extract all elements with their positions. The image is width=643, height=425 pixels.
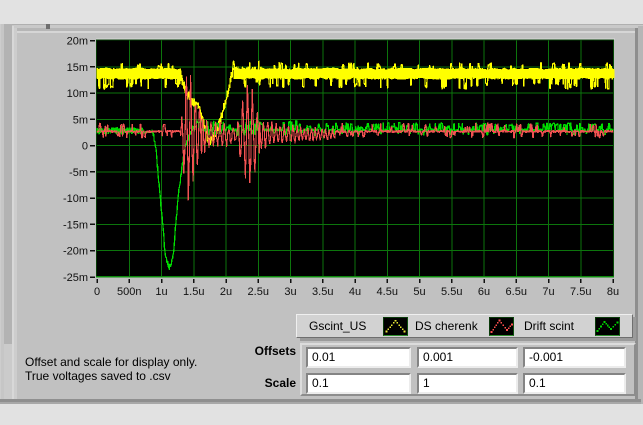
svg-text:-20m: -20m [63,246,88,258]
svg-text:3u: 3u [284,286,296,298]
svg-text:2.5u: 2.5u [248,286,269,298]
svg-text:20m: 20m [67,36,88,48]
svg-text:-5m: -5m [69,167,88,179]
svg-text:8u: 8u [607,286,619,298]
svg-text:-25m: -25m [63,272,88,284]
svg-text:10m: 10m [67,88,88,100]
svg-text:7u: 7u [542,286,554,298]
svg-text:6.5u: 6.5u [506,286,527,298]
svg-text:0: 0 [82,141,88,153]
svg-text:1u: 1u [155,286,167,298]
svg-text:1.5u: 1.5u [183,286,204,298]
svg-text:15m: 15m [67,62,88,74]
svg-text:0: 0 [94,286,100,298]
svg-text:6u: 6u [478,286,490,298]
svg-text:5.5u: 5.5u [441,286,462,298]
svg-text:500n: 500n [117,286,141,298]
svg-text:3.5u: 3.5u [312,286,333,298]
svg-text:-10m: -10m [63,193,88,205]
svg-text:2u: 2u [220,286,232,298]
svg-text:5m: 5m [73,114,88,126]
svg-text:4.5u: 4.5u [377,286,398,298]
svg-text:5u: 5u [413,286,425,298]
svg-text:7.5u: 7.5u [570,286,591,298]
svg-text:-15m: -15m [63,219,88,231]
svg-text:4u: 4u [349,286,361,298]
